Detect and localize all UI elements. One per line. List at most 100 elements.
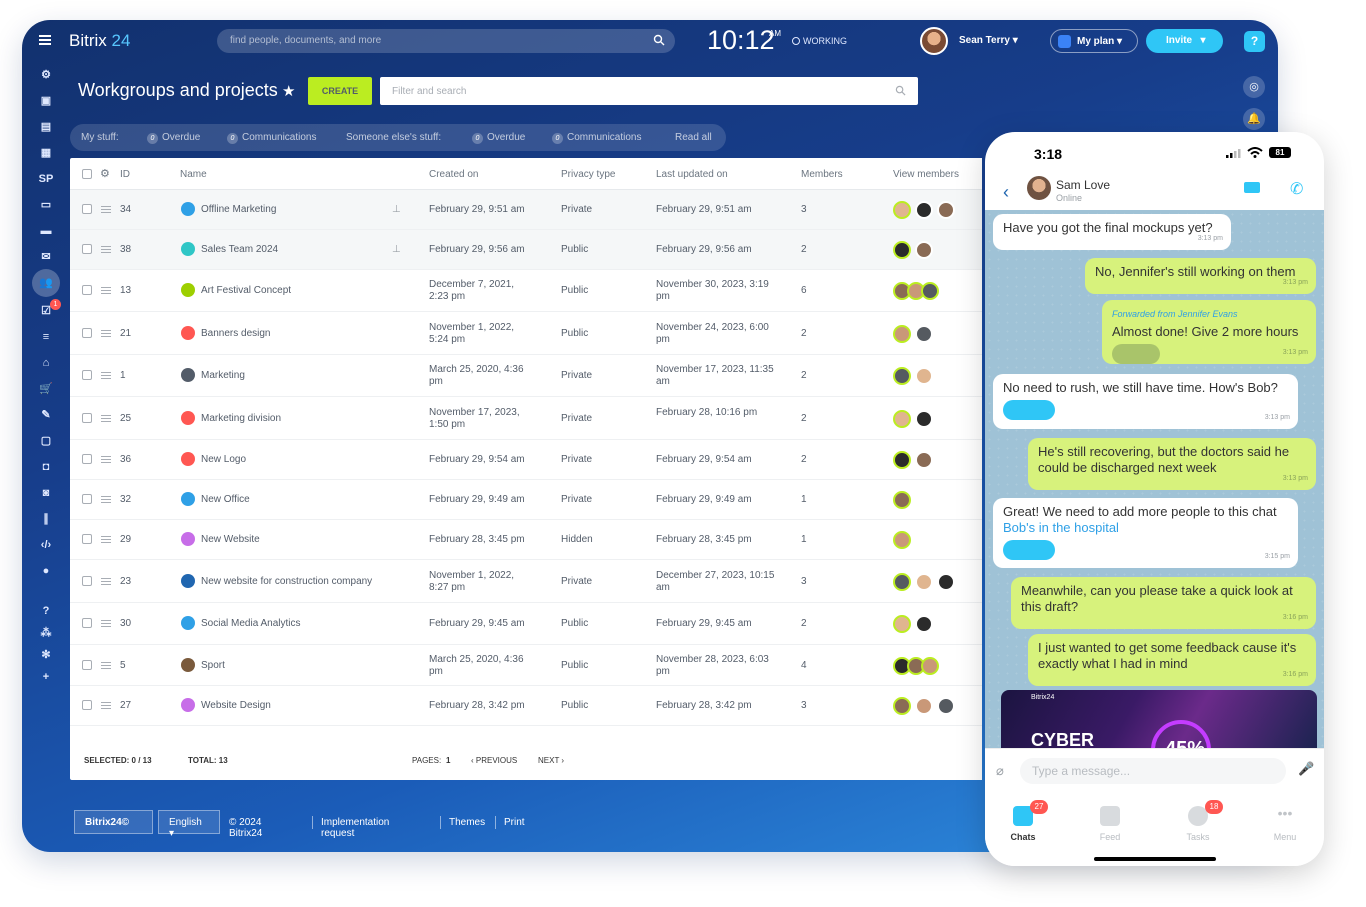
table-row[interactable]: 34 Offline Marketing ⊥ February 29, 9:51 am… (70, 190, 982, 230)
page-number[interactable]: 1 (446, 756, 450, 765)
cell-name[interactable]: New Website (201, 534, 260, 546)
filter-search-input[interactable]: Filter and search (380, 77, 918, 105)
row-menu-icon[interactable] (101, 578, 111, 585)
member-avatar[interactable] (893, 451, 911, 469)
user-avatar[interactable] (920, 27, 948, 55)
chat-message-incoming[interactable]: Great! We need to add more people to thi… (993, 498, 1298, 568)
notifications-bell-icon[interactable]: 🔔 (1243, 108, 1265, 130)
cell-name[interactable]: Offline Marketing (201, 204, 276, 216)
counter-communications-others[interactable]: 0 Communications (552, 132, 641, 144)
table-row[interactable]: 25 Marketing division November 17, 2023, 1:… (70, 397, 982, 440)
pin-icon[interactable]: ⊥ (392, 244, 401, 255)
sidebar-item-activity-icon[interactable]: ⚙ (36, 66, 56, 84)
sidebar-item-calendar-icon[interactable]: ▦ (36, 144, 56, 162)
my-plan-button[interactable]: My plan ▾ (1050, 29, 1138, 53)
row-menu-icon[interactable] (101, 620, 111, 627)
row-menu-icon[interactable] (101, 330, 111, 337)
implementation-request-link[interactable]: Implementation request (321, 817, 389, 839)
sidebar-item-devops-icon[interactable]: ‹/› (36, 536, 56, 554)
cell-name[interactable]: New website for construction company (201, 576, 372, 588)
member-avatar[interactable] (937, 573, 955, 591)
member-avatar[interactable] (921, 657, 939, 675)
row-checkbox[interactable] (82, 700, 92, 710)
sidebar-item-tasks-icon[interactable]: ▣ (36, 92, 56, 110)
member-avatar[interactable] (937, 697, 955, 715)
counter-overdue-others[interactable]: 0 Overdue (472, 132, 525, 144)
user-menu[interactable]: Sean Terry ▾ (959, 35, 1018, 46)
column-header-view-members[interactable]: View members (893, 169, 959, 180)
sidebar-item-workgroups-icon[interactable]: 👥 (32, 269, 60, 297)
cell-name[interactable]: Website Design (201, 700, 271, 712)
cell-name[interactable]: Sales Team 2024 (201, 244, 278, 256)
table-row[interactable]: 13 Art Festival Concept December 7, 2021, 2… (70, 270, 982, 312)
row-checkbox[interactable] (82, 244, 92, 254)
chat-message-outgoing[interactable]: He's still recovering, but the doctors s… (1028, 438, 1316, 490)
image-attachment-preview[interactable]: Bitrix24 CYBER 45% (1001, 690, 1317, 748)
app-logo[interactable]: Bitrix 24 (69, 31, 130, 51)
sidebar-item-filter-icon[interactable]: ≡ (36, 328, 56, 346)
member-avatar[interactable] (915, 697, 933, 715)
table-row[interactable]: 1 Marketing March 25, 2020, 4:36 pm Private N… (70, 355, 982, 397)
row-menu-icon[interactable] (101, 415, 111, 422)
sidebar-add-icon[interactable]: + (36, 668, 56, 686)
member-avatar[interactable] (893, 325, 911, 343)
member-avatar[interactable] (893, 367, 911, 385)
tab-tasks[interactable]: Tasks 18 (1168, 800, 1228, 842)
previous-page-button[interactable]: ‹ PREVIOUS (471, 756, 517, 765)
row-checkbox[interactable] (82, 204, 92, 214)
help-button[interactable]: ? (1244, 31, 1265, 52)
work-status[interactable]: WORKING (792, 36, 847, 46)
column-header-id[interactable]: ID (120, 169, 130, 180)
table-row[interactable]: 5 Sport March 25, 2020, 4:36 pm Public Novemb… (70, 645, 982, 686)
message-input[interactable]: Type a message... (1020, 758, 1286, 784)
chat-message-outgoing[interactable]: Meanwhile, can you please take a quick l… (1011, 577, 1316, 629)
microphone-icon[interactable]: 🎤 (1298, 761, 1314, 777)
video-call-icon[interactable] (1244, 182, 1260, 193)
member-avatar[interactable] (915, 201, 933, 219)
row-checkbox[interactable] (82, 660, 92, 670)
select-all-checkbox[interactable] (82, 169, 92, 179)
cell-name[interactable]: Banners design (201, 328, 271, 340)
row-menu-icon[interactable] (101, 496, 111, 503)
chat-area[interactable]: Have you got the final mockups yet? 3:13… (985, 210, 1324, 748)
next-page-button[interactable]: NEXT › (538, 756, 564, 765)
tab-chats[interactable]: Chats 27 (993, 800, 1053, 842)
member-avatar[interactable] (915, 367, 933, 385)
row-checkbox[interactable] (82, 618, 92, 628)
member-avatar[interactable] (893, 531, 911, 549)
sidebar-item-contacts-icon[interactable]: ▢ (36, 432, 56, 450)
row-menu-icon[interactable] (101, 702, 111, 709)
sidebar-item-sites-icon[interactable]: ∥ (36, 510, 56, 528)
member-avatar[interactable] (937, 201, 955, 219)
contact-name[interactable]: Sam Love (1056, 178, 1110, 192)
column-header-updated[interactable]: Last updated on (656, 169, 728, 180)
member-avatar[interactable] (893, 615, 911, 633)
cell-name[interactable]: New Office (201, 494, 250, 506)
chat-message-incoming[interactable]: Have you got the final mockups yet? 3:13… (993, 214, 1231, 250)
row-menu-icon[interactable] (101, 206, 111, 213)
chat-message-incoming[interactable]: No need to rush, we still have time. How… (993, 374, 1298, 429)
tab-menu[interactable]: ••• Menu (1255, 806, 1315, 842)
pin-icon[interactable]: ⊥ (392, 204, 401, 215)
row-checkbox[interactable] (82, 370, 92, 380)
attach-paperclip-icon[interactable]: ⌀ (996, 763, 1004, 779)
sidebar-item-sp[interactable]: SP (36, 170, 56, 188)
member-avatar[interactable] (915, 241, 933, 259)
member-avatar[interactable] (915, 573, 933, 591)
sidebar-sitemap-icon[interactable]: ⁂ (36, 624, 56, 642)
favorite-star-icon[interactable]: ★ (282, 82, 295, 100)
read-all-link[interactable]: Read all (675, 132, 712, 143)
member-avatar[interactable] (893, 241, 911, 259)
sidebar-item-drive-icon[interactable]: ▬ (36, 222, 56, 240)
phone-call-icon[interactable]: ✆ (1290, 179, 1303, 199)
row-menu-icon[interactable] (101, 456, 111, 463)
themes-link[interactable]: Themes (449, 817, 485, 828)
cell-name[interactable]: Sport (201, 660, 225, 672)
row-menu-icon[interactable] (101, 287, 111, 294)
cell-name[interactable]: New Logo (201, 454, 246, 466)
sidebar-item-sign-icon[interactable]: ✎ (36, 406, 56, 424)
sidebar-help-icon[interactable]: ? (36, 602, 56, 620)
row-checkbox[interactable] (82, 576, 92, 586)
counter-communications-mine[interactable]: 0 Communications (227, 132, 316, 144)
sidebar-item-chat-icon[interactable]: ▤ (36, 118, 56, 136)
